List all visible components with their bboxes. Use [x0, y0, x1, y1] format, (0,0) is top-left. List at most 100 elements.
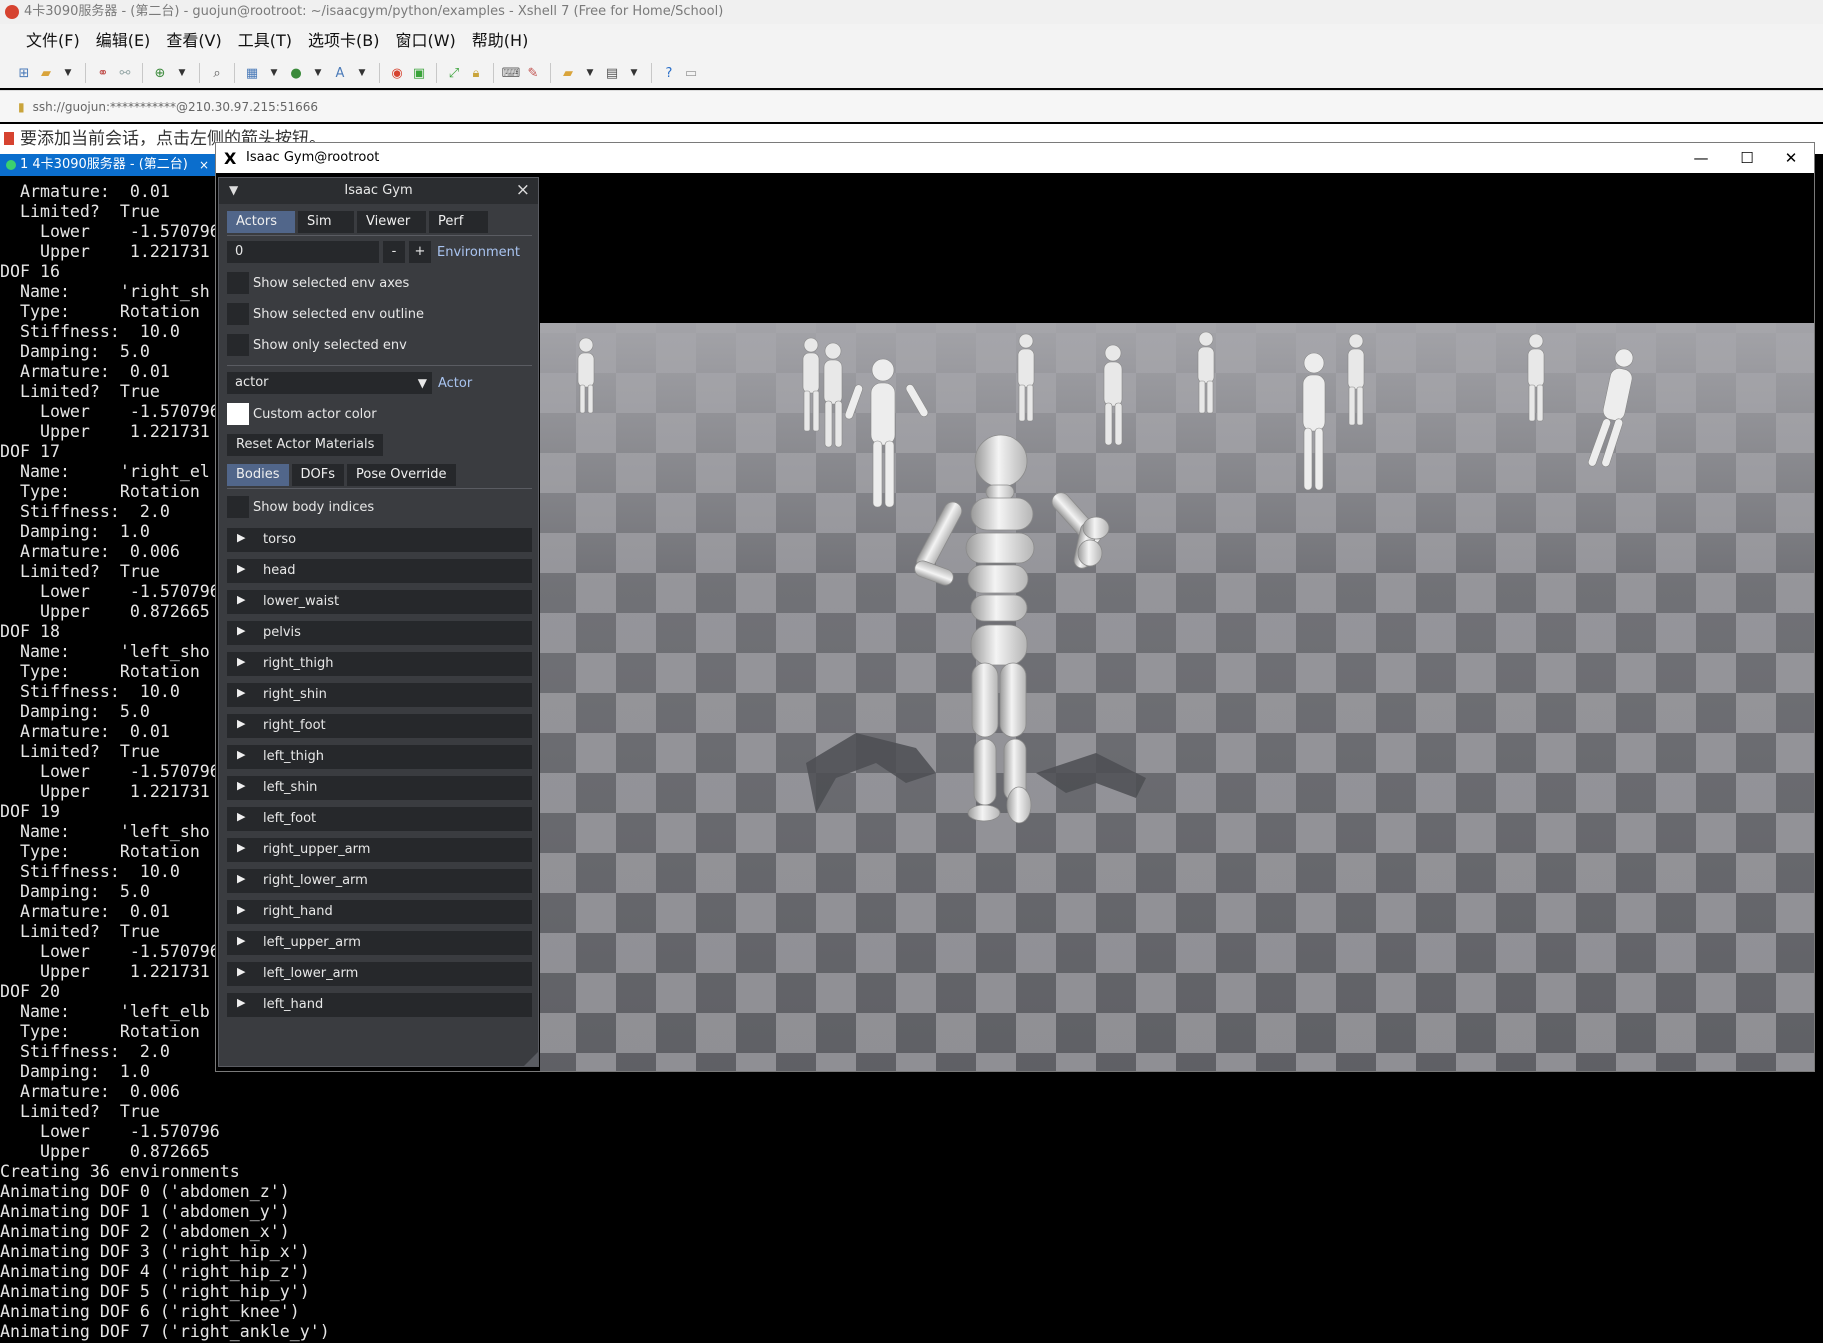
new-session-icon[interactable]: ⊞	[14, 63, 34, 83]
body-item-lower-waist[interactable]: ▶ lower_waist	[227, 590, 532, 614]
body-item-head[interactable]: ▶ head	[227, 559, 532, 583]
body-item-left-upper-arm[interactable]: ▶ left_upper_arm	[227, 931, 532, 955]
expand-icon[interactable]: ▶	[237, 624, 245, 637]
address-bar[interactable]: ▮ ssh://guojun:***********@210.30.97.215:…	[0, 90, 1823, 122]
body-item-right-hand[interactable]: ▶ right_hand	[227, 900, 532, 924]
minimize-button[interactable]: —	[1678, 143, 1724, 173]
show-body-indices-row[interactable]: Show body indices	[227, 495, 374, 519]
globe-icon[interactable]: ●	[286, 63, 306, 83]
tab-perf[interactable]: Perf	[429, 211, 488, 233]
body-item-torso[interactable]: ▶ torso	[227, 528, 532, 552]
chat-icon[interactable]: ▭	[681, 63, 701, 83]
bookmark-icon[interactable]	[4, 132, 14, 145]
show-env-axes-row[interactable]: Show selected env axes	[227, 271, 409, 295]
expand-icon[interactable]: ▶	[237, 686, 245, 699]
xftp-icon[interactable]: ▣	[409, 63, 429, 83]
environment-decrement-button[interactable]: -	[383, 241, 405, 263]
expand-icon[interactable]: ▶	[237, 748, 245, 761]
expand-icon[interactable]: ▶	[237, 903, 245, 916]
terminal-log-line: Animating DOF 5 ('right_hip_y')	[0, 1282, 310, 1301]
subtab-pose-override[interactable]: Pose Override	[347, 464, 456, 486]
menu-edit[interactable]: 编辑(E)	[88, 24, 159, 58]
expand-icon[interactable]: ▶	[237, 717, 245, 730]
custom-color-swatch[interactable]	[227, 403, 249, 425]
session-tab[interactable]: 1 4卡3090服务器 - (第二台) ×	[0, 154, 215, 176]
environment-input[interactable]: 0	[227, 241, 379, 263]
show-only-env-checkbox[interactable]	[227, 334, 249, 356]
gym-titlebar[interactable]: X Isaac Gym@rootroot — ☐ ✕	[216, 143, 1814, 173]
dropdown-icon[interactable]: ▼	[264, 63, 284, 83]
tab-viewer[interactable]: Viewer	[357, 211, 426, 233]
expand-icon[interactable]: ▶	[237, 810, 245, 823]
close-button[interactable]: ✕	[1768, 143, 1814, 173]
expand-icon[interactable]: ▶	[237, 531, 245, 544]
help-icon[interactable]: ?	[659, 63, 679, 83]
actor-select[interactable]: actor ▼	[227, 372, 432, 394]
font-icon[interactable]: A	[330, 63, 350, 83]
body-item-right-thigh[interactable]: ▶ right_thigh	[227, 652, 532, 676]
expand-icon[interactable]: ▶	[237, 841, 245, 854]
resize-grip-icon[interactable]	[524, 1052, 538, 1066]
dropdown-icon[interactable]: ▼	[172, 63, 192, 83]
reset-actor-materials-button[interactable]: Reset Actor Materials	[227, 434, 384, 456]
connect-icon[interactable]: ⚭	[93, 63, 113, 83]
show-body-indices-checkbox[interactable]	[227, 496, 249, 518]
show-env-axes-checkbox[interactable]	[227, 272, 249, 294]
terminal-line: DOF 17	[0, 442, 60, 461]
show-env-outline-checkbox[interactable]	[227, 303, 249, 325]
menu-view[interactable]: 查看(V)	[158, 24, 229, 58]
dropdown-icon[interactable]: ▼	[308, 63, 328, 83]
body-item-left-lower-arm[interactable]: ▶ left_lower_arm	[227, 962, 532, 986]
body-item-left-foot[interactable]: ▶ left_foot	[227, 807, 532, 831]
show-only-env-row[interactable]: Show only selected env	[227, 333, 407, 357]
custom-color-row[interactable]: Custom actor color	[227, 402, 377, 426]
properties-icon[interactable]: ▦	[242, 63, 262, 83]
dropdown-icon[interactable]: ▼	[624, 63, 644, 83]
search-icon[interactable]: ⌕	[207, 63, 227, 83]
layout-icon[interactable]: ▤	[602, 63, 622, 83]
menu-file[interactable]: 文件(F)	[18, 24, 88, 58]
menu-tools[interactable]: 工具(T)	[230, 24, 300, 58]
expand-icon[interactable]: ▶	[237, 872, 245, 885]
disconnect-icon[interactable]: ⚯	[115, 63, 135, 83]
expand-icon[interactable]: ▶	[237, 655, 245, 668]
expand-icon[interactable]: ▶	[237, 779, 245, 792]
open-folder-icon[interactable]: ▰	[36, 63, 56, 83]
expand-icon[interactable]: ▶	[237, 562, 245, 575]
body-item-right-shin[interactable]: ▶ right_shin	[227, 683, 532, 707]
expand-icon[interactable]: ▶	[237, 965, 245, 978]
subtab-bodies[interactable]: Bodies	[227, 464, 289, 486]
menu-tabs[interactable]: 选项卡(B)	[300, 24, 387, 58]
maximize-button[interactable]: ☐	[1724, 143, 1770, 173]
dropdown-icon[interactable]: ▼	[58, 63, 78, 83]
panel-header[interactable]: ▼ Isaac Gym ×	[219, 178, 538, 204]
dropdown-icon[interactable]: ▼	[352, 63, 372, 83]
body-item-left-hand[interactable]: ▶ left_hand	[227, 993, 532, 1017]
keyboard-icon[interactable]: ⌨	[501, 63, 521, 83]
close-icon[interactable]: ×	[516, 180, 530, 200]
body-item-right-upper-arm[interactable]: ▶ right_upper_arm	[227, 838, 532, 862]
environment-increment-button[interactable]: +	[409, 241, 431, 263]
tab-sim[interactable]: Sim	[298, 211, 354, 233]
menu-window[interactable]: 窗口(W)	[387, 24, 463, 58]
menu-help[interactable]: 帮助(H)	[464, 24, 537, 58]
lock-icon[interactable]: 🔒︎	[466, 63, 486, 83]
new-tab-icon[interactable]: ⊕	[150, 63, 170, 83]
expand-icon[interactable]: ▶	[237, 996, 245, 1009]
script-icon[interactable]: ✎	[523, 63, 543, 83]
xshell-app-icon[interactable]: ◉	[387, 63, 407, 83]
tab-actors[interactable]: Actors	[227, 211, 295, 233]
transfer-icon[interactable]: ▰	[558, 63, 578, 83]
close-tab-icon[interactable]: ×	[199, 154, 209, 176]
body-item-right-foot[interactable]: ▶ right_foot	[227, 714, 532, 738]
subtab-dofs[interactable]: DOFs	[291, 464, 345, 486]
fullscreen-icon[interactable]: ⤢	[444, 63, 464, 83]
expand-icon[interactable]: ▶	[237, 593, 245, 606]
dropdown-icon[interactable]: ▼	[580, 63, 600, 83]
expand-icon[interactable]: ▶	[237, 934, 245, 947]
body-item-pelvis[interactable]: ▶ pelvis	[227, 621, 532, 645]
body-item-left-thigh[interactable]: ▶ left_thigh	[227, 745, 532, 769]
body-item-right-lower-arm[interactable]: ▶ right_lower_arm	[227, 869, 532, 893]
body-item-left-shin[interactable]: ▶ left_shin	[227, 776, 532, 800]
show-env-outline-row[interactable]: Show selected env outline	[227, 302, 424, 326]
